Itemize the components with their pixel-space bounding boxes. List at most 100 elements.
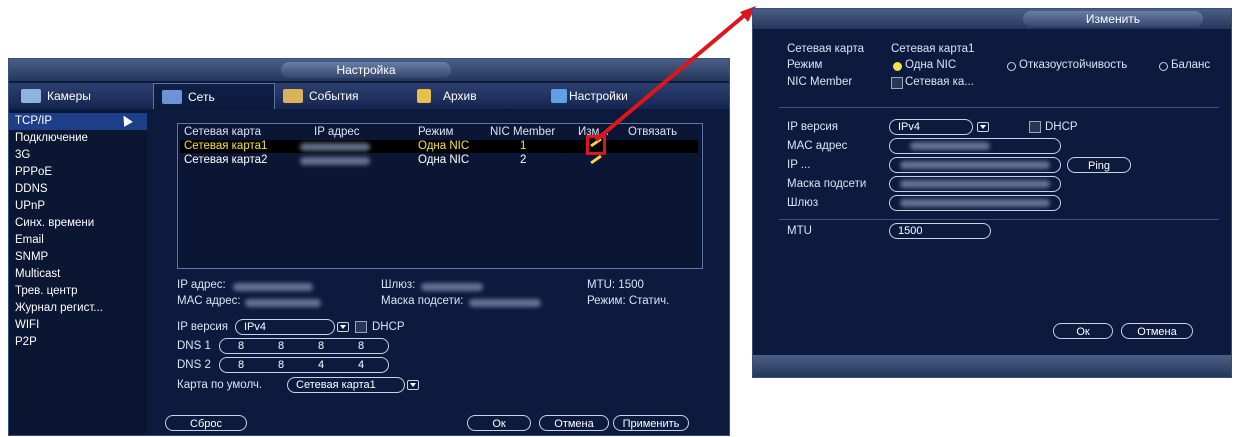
edit-dialog: Изменить Сетевая карта Сетевая карта1 Ре… [752, 8, 1232, 378]
radio-failover[interactable] [1007, 62, 1016, 71]
reset-button[interactable]: Сброс [165, 415, 247, 431]
archive-icon [417, 89, 431, 103]
sidebar-item-alarm-center[interactable]: Трев. центр [15, 283, 78, 300]
dhcp-checkbox[interactable] [1029, 121, 1041, 133]
nic-member-value: Сетевая ка... [905, 76, 974, 88]
table-row[interactable]: Сетевая карта2 Одна NIC 2 [180, 154, 698, 167]
info-ip-label: IP адрес: [177, 279, 226, 291]
col-header-card: Сетевая карта [184, 126, 262, 138]
gateway-field[interactable] [889, 195, 1061, 211]
cell-mode: Одна NIC [418, 154, 470, 166]
info-mask-label: Маска подсети: [381, 295, 464, 307]
mac-value-blurred [910, 142, 990, 150]
mouse-cursor-icon [119, 113, 133, 127]
dhcp-label: DHCP [1045, 121, 1078, 133]
mask-value-blurred [900, 180, 1050, 188]
default-card-label: Карта по умолч. [177, 379, 263, 391]
cell-ip-blurred [300, 143, 370, 151]
dns2-octet: 4 [318, 359, 325, 371]
tab-events[interactable]: События [275, 83, 409, 109]
info-mode: Режим: Статич. [587, 295, 670, 307]
sidebar-item-pppoe[interactable]: PPPoE [15, 164, 52, 181]
ok-button[interactable]: Ок [1053, 323, 1113, 339]
radio-single-nic[interactable] [893, 62, 902, 71]
ip-version-select[interactable]: IPv4 [889, 119, 973, 135]
ip-version-label: IP версия [177, 321, 229, 333]
default-card-value: Сетевая карта1 [296, 379, 376, 391]
sidebar-item-time-sync[interactable]: Синх. времени [15, 215, 94, 232]
cell-card: Сетевая карта1 [184, 140, 268, 152]
network-icon [162, 90, 182, 104]
dns2-label: DNS 2 [177, 359, 211, 371]
tab-label: Камеры [47, 89, 91, 103]
sidebar-item-p2p[interactable]: P2P [15, 334, 37, 351]
events-icon [283, 89, 303, 103]
dhcp-label: DHCP [372, 321, 405, 333]
divider [779, 219, 1219, 220]
card-label: Сетевая карта [787, 43, 865, 55]
dns2-field[interactable]: 8 8 4 4 [219, 357, 389, 373]
mask-field[interactable] [889, 176, 1061, 192]
dns1-octet: 8 [238, 340, 245, 352]
radio-balance[interactable] [1159, 62, 1168, 71]
ip-value-blurred [900, 161, 1050, 169]
nic-member-label: NIC Member [787, 76, 853, 88]
dns1-field[interactable]: 8 8 8 8 [219, 338, 389, 354]
tab-label: События [309, 89, 359, 103]
mtu-field[interactable]: 1500 [889, 223, 991, 239]
mask-label: Маска подсети [787, 178, 867, 190]
tab-network[interactable]: Сеть [153, 83, 275, 109]
cell-mode: Одна NIC [418, 140, 470, 152]
cancel-button[interactable]: Отмена [539, 415, 609, 431]
dns1-octet: 8 [318, 340, 325, 352]
dns2-octet: 8 [238, 359, 245, 371]
mtu-value: 1500 [898, 225, 923, 237]
ip-version-select[interactable]: IPv4 [235, 319, 335, 335]
col-header-mode: Режим [418, 126, 454, 138]
default-card-select[interactable]: Сетевая карта1 [287, 377, 405, 393]
sidebar: TCP/IP Подключение 3G PPPoE DDNS UPnP Си… [9, 111, 147, 435]
sidebar-item-connection[interactable]: Подключение [15, 130, 88, 147]
ip-label: IP ... [787, 159, 811, 171]
dhcp-checkbox[interactable] [355, 321, 367, 333]
chevron-down-icon[interactable] [977, 122, 989, 132]
sidebar-item-tcpip[interactable]: TCP/IP [9, 113, 147, 130]
tab-archive[interactable]: Архив [409, 83, 543, 109]
cell-member: 1 [520, 140, 527, 152]
info-gateway-label: Шлюз: [381, 279, 416, 291]
chevron-down-icon[interactable] [407, 380, 419, 390]
dns2-octet: 4 [358, 359, 365, 371]
chevron-down-icon[interactable] [337, 322, 349, 332]
camera-icon [21, 89, 41, 103]
info-ip-value-blurred [233, 283, 313, 291]
ok-button[interactable]: Ок [467, 415, 531, 431]
tab-cameras[interactable]: Камеры [13, 83, 149, 109]
sidebar-item-3g[interactable]: 3G [15, 147, 30, 164]
ping-button[interactable]: Ping [1067, 157, 1131, 173]
radio-balance-label: Баланс [1171, 59, 1211, 71]
edit-pencil-icon[interactable] [590, 154, 602, 165]
cell-card: Сетевая карта2 [184, 154, 268, 166]
cell-ip-blurred [300, 157, 370, 165]
dialog-bottom-bar [753, 355, 1231, 377]
sidebar-item-email[interactable]: Email [15, 232, 44, 249]
sidebar-item-multicast[interactable]: Multicast [15, 266, 60, 283]
sidebar-item-ddns[interactable]: DDNS [15, 181, 48, 198]
sidebar-item-wifi[interactable]: WIFI [15, 317, 39, 334]
mac-field [889, 138, 1061, 154]
sidebar-item-register-log[interactable]: Журнал регист... [15, 300, 103, 317]
sidebar-item-snmp[interactable]: SNMP [15, 249, 48, 266]
ip-version-label: IP версия [787, 121, 839, 133]
mtu-label: MTU [787, 225, 812, 237]
ip-field[interactable] [889, 157, 1061, 173]
sidebar-item-upnp[interactable]: UPnP [15, 198, 45, 215]
settings-icon [551, 89, 567, 103]
cancel-button[interactable]: Отмена [1121, 323, 1193, 339]
mode-label: Режим [787, 59, 823, 71]
nic-member-checkbox[interactable] [891, 77, 903, 89]
radio-single-nic-label: Одна NIC [905, 59, 957, 71]
info-mtu: MTU: 1500 [587, 279, 644, 291]
divider [779, 107, 1219, 108]
callout-arrow [594, 6, 756, 142]
apply-button[interactable]: Применить [613, 415, 689, 431]
